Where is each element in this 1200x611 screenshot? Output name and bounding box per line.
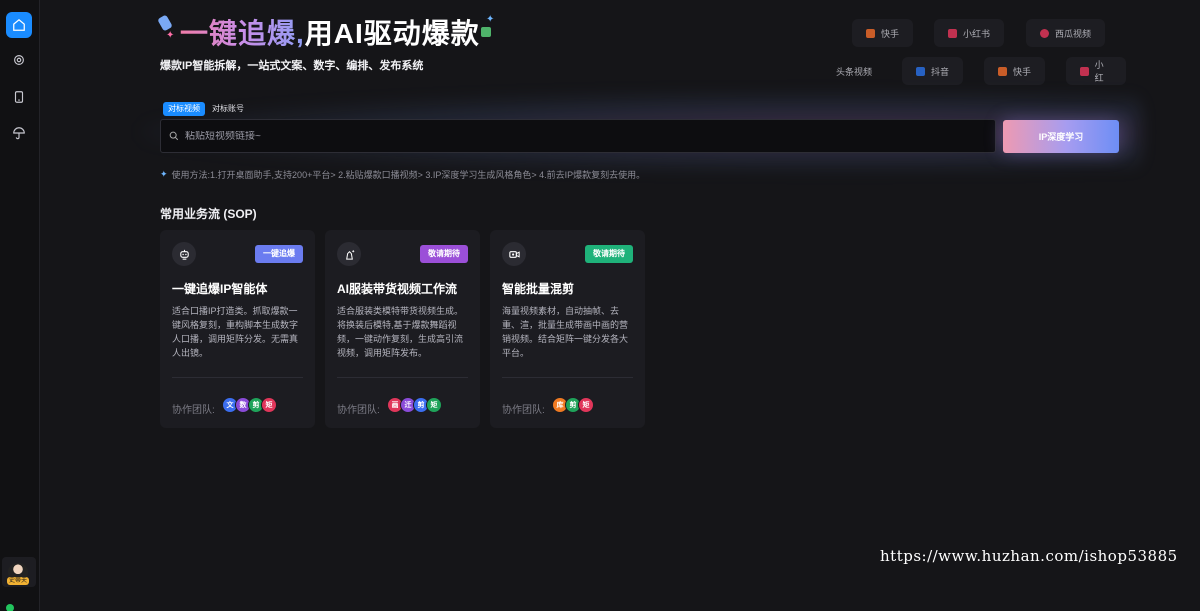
kuaishou-icon	[998, 66, 1007, 76]
platform-chip-xiaohongshu[interactable]: 小红书	[934, 19, 1005, 47]
platform-chip-douyin[interactable]: 抖音	[902, 57, 964, 85]
hero-title-rest: 用AI驱动爆款	[304, 18, 480, 49]
team-members: 文 数 剪 矩	[222, 397, 277, 413]
platform-label: 西瓜视频	[1055, 28, 1092, 39]
card-description: 适合口播IP打造类。抓取爆款一键风格复刻，重构脚本生成数字人口播，调用矩阵分发。…	[172, 306, 299, 358]
platform-chip-xigua[interactable]: 西瓜视频	[1026, 19, 1106, 47]
platform-label: 快手	[881, 28, 900, 39]
user-tag: 史蒂夫	[7, 577, 30, 585]
douyin-icon	[916, 66, 925, 76]
robot-icon	[172, 242, 196, 266]
home-nav-button[interactable]	[6, 12, 32, 38]
platform-label: 小红书	[963, 28, 991, 39]
umbrella-icon	[13, 127, 25, 140]
divider	[172, 377, 303, 378]
hero-title: 一键追爆, 用AI驱动爆款	[160, 12, 480, 52]
platform-chip-xiaohongshu-2[interactable]: 小红	[1066, 57, 1126, 85]
xiaohongshu-icon	[948, 28, 957, 38]
team-member-badge: 矩	[578, 397, 594, 413]
tab-benchmark-video[interactable]: 对标视频	[163, 102, 205, 116]
platform-chip-toutiao[interactable]: 头条视频	[820, 57, 886, 85]
ip-deep-learning-button[interactable]: IP深度学习	[1003, 120, 1119, 153]
umbrella-nav-button[interactable]	[6, 120, 32, 146]
watermark-text: https://www.huzhan.com/ishop53885	[880, 547, 1178, 565]
orbit-icon	[14, 55, 24, 65]
kuaishou-icon	[866, 28, 875, 38]
phone-icon	[14, 91, 24, 103]
divider	[337, 377, 468, 378]
device-nav-button[interactable]	[6, 84, 32, 110]
team-members: 库 剪 矩	[552, 397, 594, 413]
hero-title-highlight: 一键追爆,	[180, 12, 305, 52]
xigua-icon	[1040, 28, 1049, 38]
home-icon	[13, 18, 25, 31]
card-description: 海量视频素材，自动抽帧、去重、渲，批量生成带画中画的营销视频。结合矩阵一键分发各…	[502, 306, 629, 358]
sparkle-icon: ✦	[486, 14, 495, 25]
platform-label: 头条视频	[836, 66, 873, 77]
video-link-input[interactable]	[185, 130, 965, 142]
platform-label: 快手	[1013, 66, 1032, 77]
tab-benchmark-account[interactable]: 对标账号	[207, 102, 249, 116]
platform-label: 抖音	[931, 66, 950, 77]
sparkle-icon: ✦	[160, 169, 168, 179]
team-member-badge: 矩	[261, 397, 277, 413]
status-badge: 敬请期待	[585, 245, 633, 263]
divider	[502, 377, 633, 378]
sidebar: 史蒂夫	[0, 0, 40, 611]
platform-chip-kuaishou-2[interactable]: 快手	[984, 57, 1046, 85]
team-label: 协作团队:	[172, 405, 215, 416]
hanger-sparkle-icon	[337, 242, 361, 266]
discover-nav-button[interactable]	[6, 47, 32, 73]
hero-subtitle: 爆款IP智能拆解，一站式文案、数字、编排、发布系统	[160, 60, 424, 72]
card-title: AI服装带货视频工作流	[337, 282, 458, 296]
sop-card-fashion-workflow[interactable]: 敬请期待 AI服装带货视频工作流 适合服装类模特带货视频生成。将换装后模特,基于…	[325, 230, 480, 428]
usage-hint-text: 使用方法:1.打开桌面助手,支持200+平台> 2.粘贴爆款口播视频> 3.IP…	[171, 170, 646, 180]
team-members: 画 迁 剪 矩	[387, 397, 442, 413]
usage-hint: ✦ 使用方法:1.打开桌面助手,支持200+平台> 2.粘贴爆款口播视频> 3.…	[160, 168, 645, 181]
badge-decoration-icon	[481, 27, 491, 37]
platform-chip-kuaishou[interactable]: 快手	[852, 19, 914, 47]
user-profile[interactable]: 史蒂夫	[2, 557, 36, 587]
team-member-badge: 矩	[426, 397, 442, 413]
card-description: 适合服装类模特带货视频生成。将换装后模特,基于爆款舞蹈视频，一键动作复刻，生成高…	[337, 306, 464, 358]
team-label: 协作团队:	[502, 405, 545, 416]
status-badge: 一键追爆	[255, 245, 303, 263]
team-label: 协作团队:	[337, 405, 380, 416]
search-icon	[169, 131, 179, 141]
sop-section-title: 常用业务流 (SOP)	[160, 207, 257, 221]
card-title: 一键追爆IP智能体	[172, 282, 268, 296]
online-status-dot	[6, 604, 14, 611]
link-search-box[interactable]	[160, 119, 996, 153]
sop-card-batch-mix[interactable]: 敬请期待 智能批量混剪 海量视频素材，自动抽帧、去重、渲，批量生成带画中画的营销…	[490, 230, 645, 428]
card-title: 智能批量混剪	[502, 282, 575, 296]
sop-card-ip-agent[interactable]: 一键追爆 一键追爆IP智能体 适合口播IP打造类。抓取爆款一键风格复刻，重构脚本…	[160, 230, 315, 428]
xiaohongshu-icon	[1080, 66, 1089, 76]
platform-label: 小红	[1094, 60, 1104, 83]
status-badge: 敬请期待	[420, 245, 468, 263]
video-camera-icon	[502, 242, 526, 266]
